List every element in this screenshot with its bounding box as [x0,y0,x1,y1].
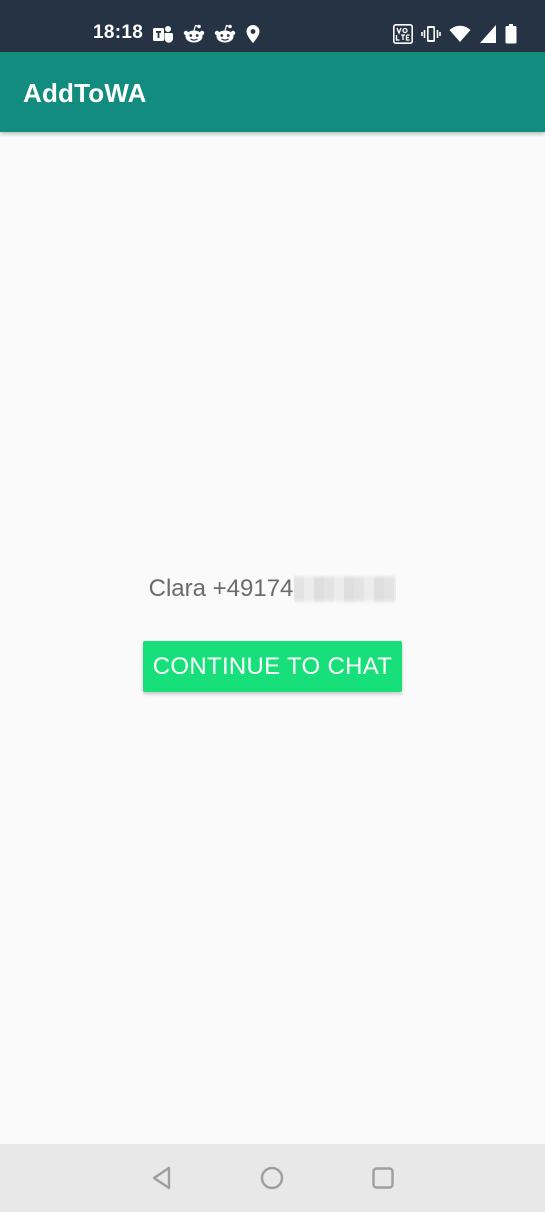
contact-name-number: Clara +49174 [148,575,294,602]
app-toolbar: AddToWA [0,52,545,132]
status-time: 18:18 [93,22,144,43]
home-circle-icon [260,1166,284,1190]
volte-icon [393,24,413,44]
vibrate-icon [421,26,441,42]
contact-line: Clara +49174 [0,574,545,604]
nav-back-button[interactable] [147,1163,177,1193]
continue-to-chat-button[interactable]: CONTINUE TO CHAT [143,641,402,692]
signal-icon [480,25,496,43]
reddit-icon [214,24,236,43]
recents-square-icon [372,1167,394,1189]
wifi-icon [449,25,471,42]
status-system-icons [393,24,517,44]
main-content: Clara +49174 CONTINUE TO CHAT [0,132,545,1144]
nav-recents-button[interactable] [368,1163,398,1193]
nav-home-button[interactable] [257,1163,287,1193]
back-triangle-icon [152,1166,171,1190]
app-title: AddToWA [23,78,147,108]
status-notification-icons [152,24,261,44]
battery-icon [505,24,517,44]
system-navigation-bar [0,1144,545,1212]
status-bar: 18:18 [0,0,545,52]
teams-icon [153,26,173,43]
reddit-icon [183,24,205,43]
location-icon [246,25,260,43]
redacted-number-blur [294,574,397,604]
